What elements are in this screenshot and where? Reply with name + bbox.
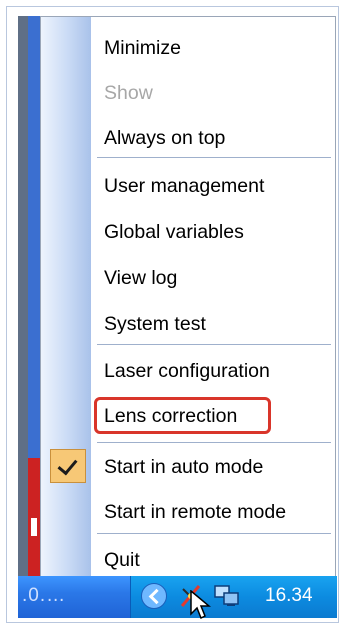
menu-icon-gutter (41, 17, 91, 579)
menu-item-label: Always on top (104, 126, 226, 149)
menu-item-minimize[interactable]: Minimize (91, 26, 333, 70)
menu-item-system-test[interactable]: System test (91, 302, 333, 346)
menu-item-global-variables[interactable]: Global variables (91, 210, 333, 254)
menu-item-label: Laser configuration (104, 359, 270, 382)
taskbar-clock[interactable]: 16.34 (265, 585, 313, 607)
desktop-window-edge (18, 16, 28, 576)
system-tray: 16.34 (130, 576, 337, 620)
menu-item-label: Quit (104, 548, 140, 571)
menu-item-view-log[interactable]: View log (91, 256, 333, 300)
menu-item-label: User management (104, 174, 265, 197)
menu-item-laser-configuration[interactable]: Laser configuration (91, 349, 333, 393)
tray-context-menu: Minimize Show Always on top User managem… (40, 16, 336, 580)
menu-item-start-in-remote-mode[interactable]: Start in remote mode (91, 490, 333, 534)
menu-separator (97, 157, 331, 161)
checkmark-icon (50, 449, 86, 483)
mouse-cursor-icon (190, 590, 211, 620)
menu-separator (97, 533, 331, 537)
taskbar: .0.… 16.34 (18, 576, 337, 620)
menu-item-label: System test (104, 312, 206, 335)
menu-item-label: View log (104, 266, 178, 289)
menu-item-label: Start in auto mode (104, 455, 264, 478)
menu-item-label: Show (104, 81, 153, 104)
menu-item-always-on-top[interactable]: Always on top (91, 116, 333, 160)
taskbar-button-text[interactable]: .0.… (22, 585, 66, 607)
menu-separator (97, 344, 331, 348)
lens-correction-highlight-box (94, 397, 271, 434)
monitor-icon[interactable] (213, 584, 241, 608)
menu-item-start-in-auto-mode[interactable]: Start in auto mode (91, 445, 333, 489)
menu-item-user-management[interactable]: User management (91, 164, 333, 208)
menu-item-label: Global variables (104, 220, 244, 243)
menu-item-label: Start in remote mode (104, 500, 287, 523)
chevron-left-icon[interactable] (141, 583, 167, 609)
menu-item-show[interactable]: Show (91, 71, 333, 115)
menu-item-label: Minimize (104, 36, 181, 59)
